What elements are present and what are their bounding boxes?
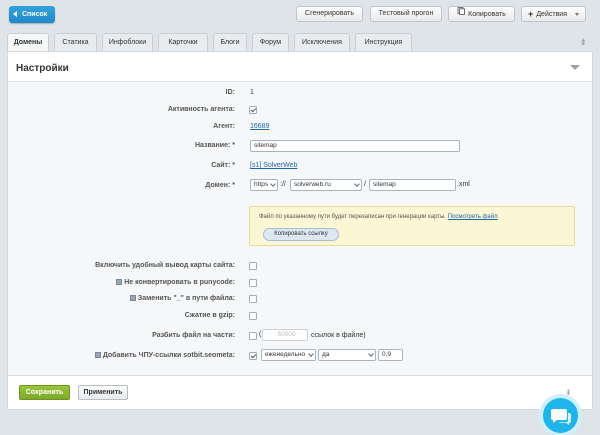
pretty-output-label: Включить удобный вывод карты сайта:	[95, 262, 235, 269]
chevron-down-icon	[368, 351, 374, 357]
punycode-checkbox[interactable]	[249, 279, 257, 287]
protocol-select[interactable]: https	[250, 179, 278, 191]
chevron-down-icon	[308, 351, 314, 357]
footer-pin-icon[interactable]: ⇟	[565, 388, 572, 397]
chevron-down-icon	[354, 181, 360, 187]
test-run-label: Тестовый прогон	[378, 10, 434, 17]
lastmod-select[interactable]: да	[318, 349, 376, 361]
copy-link-button[interactable]: Копировать ссылку	[263, 228, 339, 241]
file-extension: .xml	[457, 181, 470, 188]
pin-icon[interactable]: ⇟	[579, 37, 587, 48]
split-label: Разбить файл на части:	[152, 332, 235, 339]
notice-text: Файл по указанному пути будет перезаписа…	[259, 214, 498, 220]
top-toolbar: Список Сгенерировать Тестовый прогон Коп…	[0, 0, 600, 30]
chevron-down-icon	[270, 181, 276, 187]
gzip-checkbox[interactable]	[249, 312, 257, 320]
copy-button[interactable]: Копировать	[448, 6, 515, 22]
help-icon[interactable]	[129, 295, 136, 302]
split-open-paren: (	[259, 331, 262, 338]
domain-label: Домен: *	[205, 182, 235, 189]
seometa-label: Добавить ЧПУ-ссылки sotbit.seometa:	[94, 352, 235, 359]
arrow-left-icon	[13, 11, 17, 17]
tab-iblocks[interactable]: Инфоблоки	[102, 33, 153, 51]
required-mark: *	[232, 162, 235, 169]
name-label-text: Название:	[194, 142, 231, 149]
id-value: 1	[250, 89, 254, 96]
actions-button[interactable]: + Действия	[521, 6, 586, 22]
copy-label: Копировать	[468, 10, 506, 18]
test-run-button[interactable]: Тестовый прогон	[370, 6, 442, 22]
required-mark: *	[232, 142, 235, 149]
tab-blogs[interactable]: Блоги	[213, 33, 247, 51]
generate-label: Сгенерировать	[305, 10, 354, 17]
filename-input[interactable]: sitemap	[369, 179, 456, 191]
tab-forum[interactable]: Форум	[252, 33, 289, 51]
split-suffix: ссылок в файле)	[311, 332, 366, 339]
help-icon[interactable]	[94, 352, 101, 359]
replace-underscore-checkbox[interactable]	[249, 295, 257, 303]
active-checkbox[interactable]	[249, 106, 257, 114]
save-button[interactable]: Сохранить	[19, 385, 70, 400]
domain-label-text: Домен:	[205, 182, 231, 189]
apply-button[interactable]: Применить	[78, 385, 128, 400]
view-file-link[interactable]: Посмотреть файл	[448, 214, 498, 220]
seometa-checkbox[interactable]	[249, 352, 257, 360]
active-label: Активность агента:	[167, 106, 235, 113]
generate-button[interactable]: Сгенерировать	[296, 6, 363, 22]
chat-bubble-icon	[551, 409, 571, 425]
host-select[interactable]: solverweb.ru	[290, 179, 362, 191]
required-mark: *	[232, 182, 235, 189]
panel-header: Настройки	[8, 52, 592, 82]
lastmod-value: да	[322, 351, 330, 358]
split-count-input[interactable]: 50000	[262, 329, 308, 341]
replace-underscore-label-text: Заменить "_" в пути файла:	[137, 295, 235, 302]
collapse-chevron-icon[interactable]	[570, 65, 580, 70]
replace-underscore-label: Заменить "_" в пути файла:	[129, 295, 235, 302]
gzip-label: Сжатие в gzip:	[184, 312, 235, 319]
tab-static[interactable]: Статика	[54, 33, 97, 51]
actions-label: Действия	[536, 10, 567, 18]
copy-icon	[457, 7, 466, 21]
panel-title: Настройки	[16, 63, 69, 74]
tab-exceptions[interactable]: Исключения	[294, 33, 350, 51]
chat-widget-button[interactable]	[543, 398, 578, 433]
path-separator: /	[364, 181, 366, 188]
punycode-label-text: Не конвертировать в punycode:	[124, 279, 235, 286]
split-checkbox[interactable]	[249, 332, 257, 340]
seometa-label-text: Добавить ЧПУ-ссылки sotbit.seometa:	[102, 352, 235, 359]
name-label: Название: *	[195, 142, 235, 149]
site-link[interactable]: [s1] SolverWeb	[250, 162, 297, 169]
changefreq-select[interactable]: еженедельно	[261, 349, 316, 361]
priority-input[interactable]: 0,9	[378, 349, 403, 361]
settings-panel: Настройки ID: 1 Активность агента: Агент…	[7, 51, 593, 376]
protocol-value: https	[254, 181, 269, 188]
host-value: solverweb.ru	[294, 181, 331, 188]
overwrite-notice: Файл по указанному пути будет перезаписа…	[249, 206, 575, 246]
tab-cards[interactable]: Карточки	[158, 33, 208, 51]
plus-icon: +	[528, 9, 534, 19]
name-input[interactable]: sitemap	[250, 140, 460, 152]
chevron-down-icon	[574, 12, 579, 16]
tab-instructions[interactable]: Инструкция	[355, 33, 412, 51]
pretty-output-checkbox[interactable]	[249, 262, 257, 270]
tab-domains[interactable]: Домены	[7, 33, 49, 52]
protocol-separator: ://	[280, 181, 286, 188]
punycode-label: Не конвертировать в punycode:	[116, 279, 235, 286]
back-to-list-button[interactable]: Список	[9, 6, 55, 23]
notice-message: Файл по указанному пути будет перезаписа…	[259, 214, 447, 220]
back-to-list-label: Список	[22, 11, 48, 18]
site-label: Сайт: *	[211, 162, 235, 169]
changefreq-value: еженедельно	[265, 351, 306, 358]
agent-label: Агент:	[213, 123, 235, 130]
agent-link[interactable]: 16689	[250, 123, 269, 130]
id-label: ID:	[225, 89, 235, 96]
help-icon[interactable]	[116, 279, 123, 286]
site-label-text: Сайт:	[211, 162, 231, 169]
